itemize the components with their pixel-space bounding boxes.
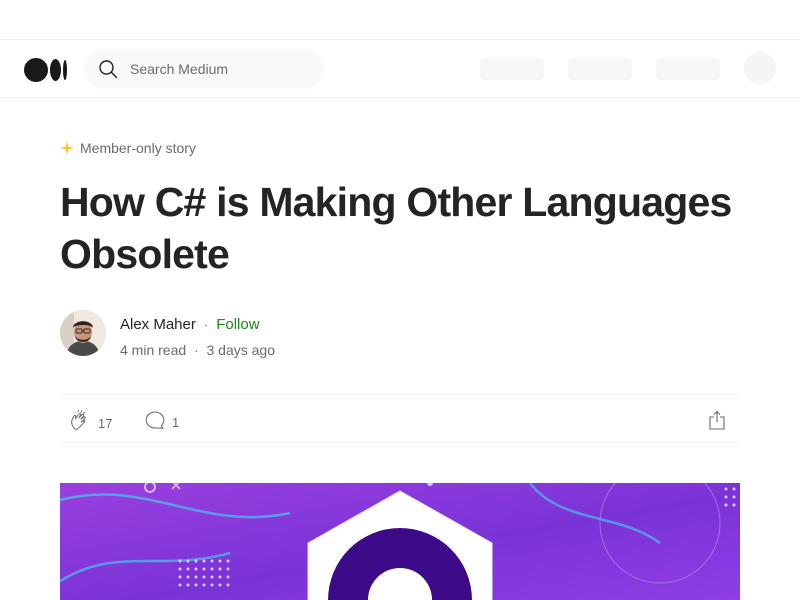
author-avatar[interactable] — [60, 310, 106, 356]
separator-dot: · — [203, 317, 209, 332]
site-header — [0, 40, 800, 98]
nav-placeholder-write — [480, 58, 544, 80]
article-title: How C# is Making Other Languages Obsolet… — [60, 179, 732, 277]
clap-button[interactable]: 17 — [68, 409, 112, 438]
article-action-bar: 17 1 — [60, 394, 740, 443]
search-bar[interactable] — [84, 49, 324, 89]
clap-icon — [68, 409, 92, 438]
author-name[interactable]: Alex Maher — [120, 316, 196, 333]
share-icon — [706, 410, 728, 435]
separator-dot: · — [194, 342, 199, 358]
author-byline: Alex Maher · Follow 4 min read · 3 days … — [60, 310, 660, 358]
clap-count: 17 — [98, 416, 113, 431]
logo-circle-large — [24, 57, 48, 82]
search-input[interactable] — [130, 61, 310, 77]
member-only-badge: Member-only story — [60, 140, 196, 156]
read-time: 4 min read — [120, 342, 187, 358]
logo-ellipse-medium — [50, 58, 61, 81]
nav-placeholder-signin — [656, 58, 720, 80]
publish-date: 3 days ago — [206, 342, 276, 358]
browser-top-strip — [0, 0, 800, 40]
user-avatar-placeholder — [744, 52, 776, 84]
article-meta: 4 min read · 3 days ago — [120, 342, 275, 358]
follow-button[interactable]: Follow — [216, 316, 259, 333]
comment-bubble-icon — [144, 409, 166, 436]
search-icon — [98, 59, 118, 79]
author-name-row: Alex Maher · Follow — [120, 316, 260, 333]
nav-placeholder-signup — [568, 58, 632, 80]
member-only-label: Member-only story — [80, 140, 196, 156]
logo-ellipse-small — [63, 59, 67, 80]
article-hero-image — [60, 483, 740, 600]
medium-logo[interactable] — [24, 57, 70, 82]
share-button[interactable] — [706, 409, 728, 436]
sparkle-star-icon — [60, 141, 74, 155]
responses-button[interactable]: 1 — [144, 409, 179, 436]
response-count: 1 — [172, 415, 180, 430]
